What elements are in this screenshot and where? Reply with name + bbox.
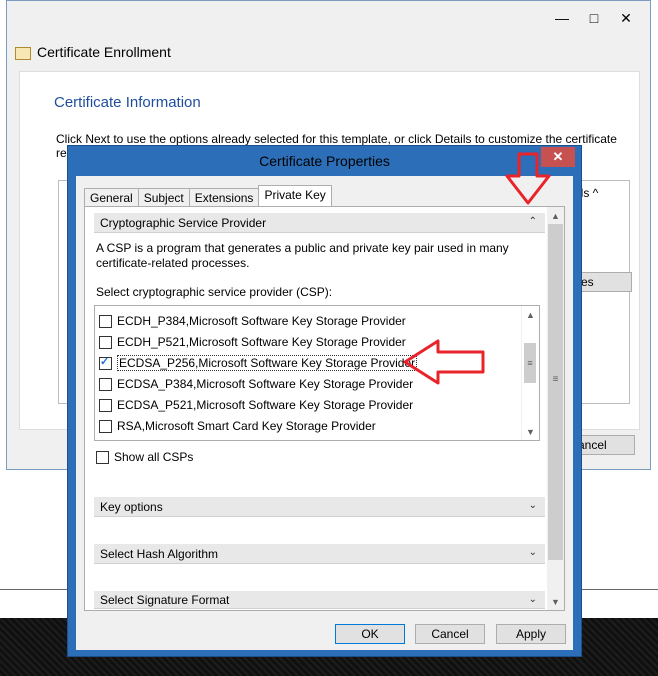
scroll-thumb[interactable]: ≡	[548, 224, 563, 560]
scroll-down-icon[interactable]: ▼	[522, 423, 539, 440]
csp-checkbox-checked[interactable]	[99, 355, 112, 370]
properties-button[interactable]: es	[576, 272, 632, 292]
scroll-down-icon[interactable]: ▼	[547, 593, 564, 610]
key-options-label: Key options	[100, 499, 163, 514]
scroll-thumb[interactable]: ≡	[524, 343, 536, 383]
tab-subject[interactable]: Subject	[137, 188, 190, 208]
chevron-up-icon: ⌃	[528, 216, 537, 227]
csp-list-item[interactable]: ECDH_P384,Microsoft Software Key Storage…	[99, 312, 406, 330]
instruction-text-line2: re	[56, 146, 67, 160]
window-controls: — □ ✕	[546, 7, 642, 29]
private-key-panel: Cryptographic Service Provider ⌃ A CSP i…	[84, 206, 565, 611]
signature-format-label: Select Signature Format	[100, 592, 230, 607]
apply-button[interactable]: Apply	[496, 624, 566, 644]
chevron-down-icon: ⌄	[528, 594, 537, 605]
tab-strip: General Subject Extensions Private Key	[84, 184, 332, 209]
csp-item-label: ECDSA_P256,Microsoft Software Key Storag…	[117, 355, 418, 371]
csp-list-item[interactable]: ECDSA_P384,Microsoft Software Key Storag…	[99, 375, 413, 393]
csp-checkbox[interactable]	[99, 314, 112, 328]
window-title: Certificate Enrollment	[37, 44, 171, 60]
chevron-down-icon: ⌄	[528, 500, 537, 511]
show-all-checkbox[interactable]	[96, 450, 109, 464]
grip-icon: ≡	[527, 358, 533, 368]
scroll-up-icon[interactable]: ▲	[522, 306, 539, 323]
minimize-button[interactable]: —	[546, 7, 578, 29]
show-all-csps[interactable]: Show all CSPs	[96, 450, 193, 464]
certificate-icon	[15, 47, 31, 60]
csp-item-label: ECDH_P384,Microsoft Software Key Storage…	[117, 314, 406, 328]
csp-section-header[interactable]: Cryptographic Service Provider ⌃	[94, 213, 545, 233]
panel-scrollbar[interactable]: ▲ ≡ ▼	[547, 207, 564, 610]
close-button[interactable]: ✕	[610, 7, 642, 29]
signature-format-section[interactable]: Select Signature Format ⌄	[94, 591, 545, 609]
csp-list-item-selected[interactable]: ECDSA_P256,Microsoft Software Key Storag…	[99, 354, 418, 372]
dialog-client-area: General Subject Extensions Private Key C…	[76, 176, 573, 650]
csp-select-label: Select cryptographic service provider (C…	[96, 285, 333, 299]
tab-extensions[interactable]: Extensions	[188, 188, 260, 208]
cancel-button[interactable]: Cancel	[415, 624, 485, 644]
csp-item-label: ECDSA_P521,Microsoft Software Key Storag…	[117, 398, 414, 412]
csp-item-label: ECDSA_P384,Microsoft Software Key Storag…	[117, 377, 414, 391]
scroll-up-icon[interactable]: ▲	[547, 207, 564, 224]
csp-section-label: Cryptographic Service Provider	[100, 215, 267, 230]
csp-checkbox[interactable]	[99, 419, 112, 433]
hash-algorithm-label: Select Hash Algorithm	[100, 546, 219, 561]
csp-item-label: ECDH_P521,Microsoft Software Key Storage…	[117, 335, 406, 349]
down-arrow-annotation-icon	[505, 152, 551, 205]
chevron-down-icon: ⌄	[528, 547, 537, 558]
csp-list-scrollbar[interactable]: ▲ ≡ ▼	[521, 306, 539, 440]
maximize-button[interactable]: □	[578, 7, 610, 29]
csp-checkbox[interactable]	[99, 398, 112, 412]
ok-button[interactable]: OK	[335, 624, 405, 644]
grip-icon: ≡	[552, 374, 559, 385]
tab-general[interactable]: General	[84, 188, 139, 208]
csp-checkbox[interactable]	[99, 335, 112, 349]
key-options-section[interactable]: Key options ⌄	[94, 497, 545, 517]
csp-list-item[interactable]: ECDH_P521,Microsoft Software Key Storage…	[99, 333, 406, 351]
csp-checkbox[interactable]	[99, 377, 112, 391]
csp-list-item[interactable]: ECDSA_P521,Microsoft Software Key Storag…	[99, 396, 413, 414]
csp-item-label: RSA,Microsoft Smart Card Key Storage Pro…	[117, 419, 376, 433]
csp-list-item[interactable]: RSA,Microsoft Smart Card Key Storage Pro…	[99, 417, 376, 435]
instruction-text: Click Next to use the options already se…	[56, 132, 617, 146]
certificate-properties-dialog: Certificate Properties ✕ General Subject…	[67, 145, 582, 657]
section-title: Certificate Information	[54, 94, 201, 111]
enrollment-cancel-button[interactable]: ancel	[575, 435, 635, 455]
csp-description: A CSP is a program that generates a publ…	[96, 241, 509, 270]
hash-algorithm-section[interactable]: Select Hash Algorithm ⌄	[94, 544, 545, 564]
show-all-label: Show all CSPs	[114, 450, 194, 464]
left-arrow-annotation-icon	[403, 339, 485, 385]
